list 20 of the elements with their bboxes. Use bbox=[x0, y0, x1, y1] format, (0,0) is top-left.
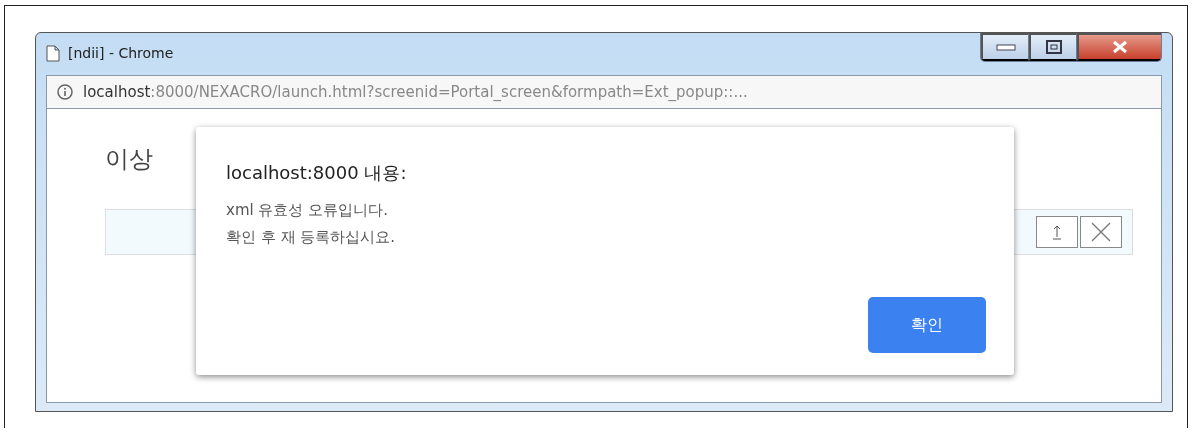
dialog-title: localhost:8000 내용: bbox=[226, 161, 408, 185]
page-heading: 이상 bbox=[105, 144, 153, 175]
x-icon bbox=[1091, 222, 1111, 242]
up-arrow-icon bbox=[1052, 224, 1062, 240]
dialog-message: 확인 후 재 등록하십시요. bbox=[226, 227, 397, 248]
minimize-icon bbox=[995, 43, 1016, 51]
url-text: localhost:8000/NEXACRO/launch.html?screenid=Portal_screen&formpath=Ext_popup::... bbox=[83, 83, 748, 101]
minimize-button[interactable] bbox=[981, 33, 1029, 61]
upload-button[interactable] bbox=[1036, 216, 1078, 248]
maximize-icon bbox=[1045, 40, 1062, 54]
address-bar[interactable]: localhost:8000/NEXACRO/launch.html?screenid=Portal_screen&formpath=Ext_popup::... bbox=[46, 75, 1162, 109]
info-icon bbox=[57, 84, 73, 100]
window-title: [ndii] - Chrome bbox=[68, 45, 174, 61]
delete-button[interactable] bbox=[1080, 216, 1122, 248]
maximize-button[interactable] bbox=[1029, 33, 1077, 61]
dialog-message: xml 유효성 오류입니다. bbox=[226, 200, 389, 221]
page-icon bbox=[46, 44, 60, 62]
close-icon bbox=[1112, 40, 1128, 54]
ok-button[interactable]: 확인 bbox=[868, 297, 986, 353]
close-button[interactable] bbox=[1077, 33, 1161, 61]
